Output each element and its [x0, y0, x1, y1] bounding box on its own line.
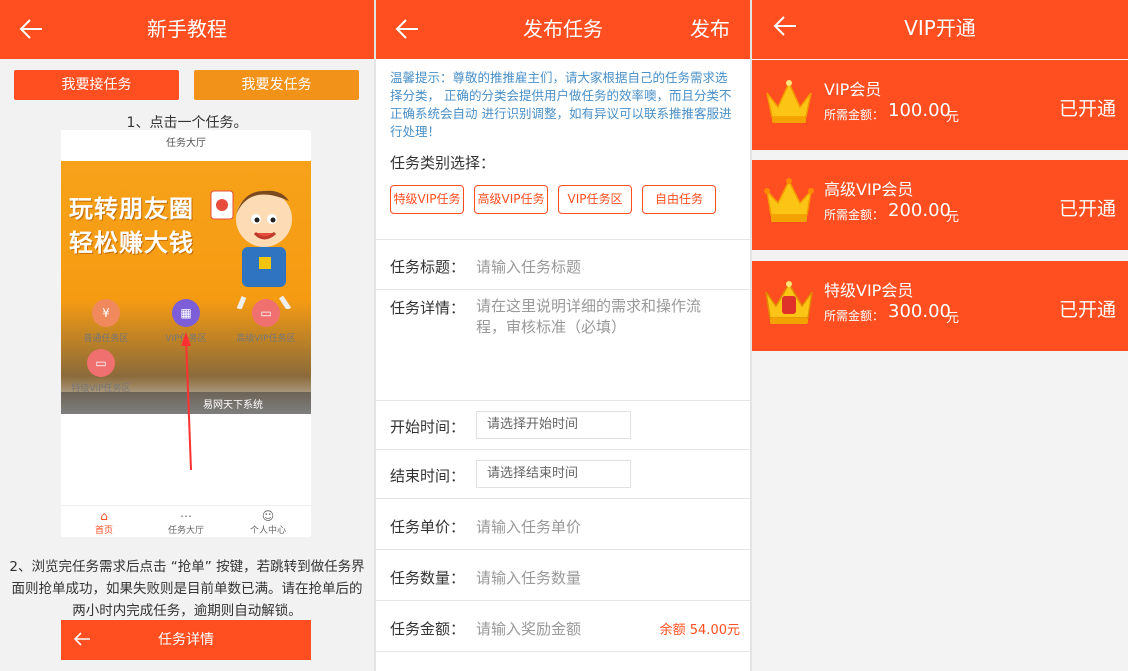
- senior-vip-icon: ▭: [252, 299, 280, 327]
- banner-line1: 玩转朋友圈: [69, 195, 194, 223]
- tutorial-screen: 新手教程 我要接任务 我要发任务 1、点击一个任务。 任务大厅 玩转朋友圈 轻松…: [0, 0, 374, 671]
- vip-card-senior[interactable]: 高级VIP会员 所需金额： 200.00 元 已开通: [752, 160, 1128, 250]
- category-super-vip[interactable]: 特级VIP任务: [390, 185, 464, 214]
- tab-home[interactable]: ⌂ 首页: [69, 509, 139, 536]
- crown-icon: [764, 178, 814, 222]
- step1-text: 1、点击一个任务。: [126, 115, 248, 131]
- grid-item-senior-vip[interactable]: ▭ 高级VIP任务区: [226, 299, 306, 344]
- tab-label: 个人中心: [249, 526, 286, 536]
- amount-label: 所需金额：: [824, 309, 885, 323]
- vip-level-name: 高级VIP会员: [824, 180, 914, 199]
- phone-tabbar: ⌂ 首页 ⋯ 任务大厅 ☺ 个人中心: [61, 505, 311, 537]
- red-arrow-pointer: [181, 332, 192, 471]
- vip-status: 已开通: [1058, 198, 1116, 220]
- money-bag-icon: ¥: [92, 299, 120, 327]
- grid-item-normal[interactable]: ¥ 普通任务区: [66, 299, 146, 344]
- title-label: 任务标题：: [390, 258, 466, 276]
- vip-card-super[interactable]: 特级VIP会员 所需金额： 300.00 元 已开通: [752, 261, 1128, 351]
- banner-line2: 轻松赚大钱: [69, 229, 194, 257]
- vip-level-name: 特级VIP会员: [824, 281, 914, 300]
- category-free[interactable]: 自由任务: [642, 185, 716, 214]
- publish-button[interactable]: 发布: [690, 0, 730, 59]
- detail-title: 任务详情: [158, 632, 214, 648]
- task-detail-header-preview: 任务详情: [61, 620, 311, 660]
- start-time-picker[interactable]: 请选择开始时间: [476, 411, 631, 439]
- grid-item-super-vip[interactable]: ▭ 特级VIP任务区: [61, 349, 141, 394]
- divider: [376, 498, 750, 499]
- divider: [376, 651, 750, 652]
- quantity-label: 任务数量：: [390, 569, 466, 587]
- end-time-picker[interactable]: 请选择结束时间: [476, 460, 631, 488]
- quantity-input[interactable]: 请输入任务数量: [476, 567, 581, 588]
- vip-header: VIP开通: [752, 0, 1128, 59]
- publish-task-screen: 发布任务 发布 温馨提示：尊敬的推推雇主们，请大家根据自己的任务需求选择分类， …: [376, 0, 750, 671]
- phone-screenshot: 任务大厅 玩转朋友圈 轻松赚大钱 易网天下系统 ¥ 普通任务区 ▦ ▭ 高级VI…: [61, 130, 311, 537]
- person-icon: ☺: [261, 509, 275, 523]
- divider: [376, 449, 750, 450]
- currency-unit: 元: [946, 210, 960, 225]
- phone-title: 任务大厅: [166, 138, 206, 149]
- category-vip[interactable]: VIP任务区: [558, 185, 632, 214]
- amount-label: 所需金额：: [824, 208, 885, 222]
- super-vip-icon: ▭: [87, 349, 115, 377]
- divider: [376, 600, 750, 601]
- category-senior-vip[interactable]: 高级VIP任务: [474, 185, 548, 214]
- tab-label: 首页: [94, 526, 113, 536]
- crown-icon: [765, 281, 813, 324]
- cartoon-character-illustration: [210, 190, 292, 309]
- crown-icon: [766, 80, 812, 123]
- home-icon: ⌂: [100, 509, 108, 523]
- price-input[interactable]: 请输入任务单价: [476, 516, 581, 537]
- tab-profile[interactable]: ☺ 个人中心: [233, 509, 303, 536]
- vip-level-name: VIP会员: [824, 80, 882, 99]
- vip-card-basic[interactable]: VIP会员 所需金额： 100.00 元 已开通: [752, 60, 1128, 150]
- currency-unit: 元: [946, 110, 960, 125]
- detail-label: 任务详情：: [390, 299, 466, 317]
- vip-screen: VIP开通 VIP会员 所需金额： 100.00 元 已开通 高级VIP会员 所…: [752, 0, 1128, 671]
- divider: [376, 289, 750, 290]
- page-title: 新手教程: [147, 17, 227, 41]
- screenshot-root: 新手教程 我要接任务 我要发任务 1、点击一个任务。 任务大厅 玩转朋友圈 轻松…: [0, 0, 1128, 671]
- vip-grid-icon: ▦: [172, 299, 200, 327]
- amount-label: 任务金额：: [390, 620, 466, 638]
- divider: [376, 549, 750, 550]
- amount-input[interactable]: 请输入奖励金额: [476, 618, 581, 639]
- page-title: VIP开通: [904, 16, 976, 40]
- divider: [376, 400, 750, 401]
- divider: [376, 239, 750, 240]
- grid-label: 高级VIP任务区: [236, 334, 296, 344]
- amount-label: 所需金额：: [824, 108, 885, 122]
- vip-amount: 100.00: [888, 100, 951, 121]
- tab-task-hall[interactable]: ⋯ 任务大厅: [151, 509, 221, 536]
- chat-icon: ⋯: [180, 509, 192, 523]
- publish-header: 发布任务 发布: [376, 0, 750, 59]
- accept-task-button[interactable]: 我要接任务: [14, 70, 179, 100]
- step2-text: 2、浏览完任务需求后点击 “抢单” 按键，若跳转到做任务界面则抢单成功，如果失败…: [9, 559, 365, 619]
- balance-text: 余额 54.00元: [659, 623, 740, 638]
- price-label: 任务单价：: [390, 518, 466, 536]
- vip-amount: 300.00: [888, 301, 951, 322]
- vip-status: 已开通: [1058, 299, 1116, 321]
- grid-label: 普通任务区: [83, 334, 129, 344]
- post-task-button[interactable]: 我要发任务: [194, 70, 359, 100]
- tab-label: 任务大厅: [167, 526, 204, 536]
- category-label: 任务类别选择：: [390, 154, 496, 172]
- grid-label: 特级VIP任务区: [71, 384, 131, 394]
- vip-status: 已开通: [1058, 98, 1116, 120]
- start-time-label: 开始时间：: [390, 418, 466, 436]
- detail-textarea[interactable]: 请在这里说明详细的需求和操作流程，审核标准（必填）: [476, 296, 726, 338]
- title-input[interactable]: 请输入任务标题: [476, 256, 581, 277]
- end-time-label: 结束时间：: [390, 467, 466, 485]
- tip-text: 温馨提示：尊敬的推推雇主们，请大家根据自己的任务需求选择分类， 正确的分类会提供…: [390, 70, 732, 139]
- currency-unit: 元: [946, 311, 960, 326]
- tutorial-header: 新手教程: [0, 0, 374, 59]
- banner-footer-text: 易网天下系统: [203, 400, 263, 411]
- vip-amount: 200.00: [888, 200, 951, 221]
